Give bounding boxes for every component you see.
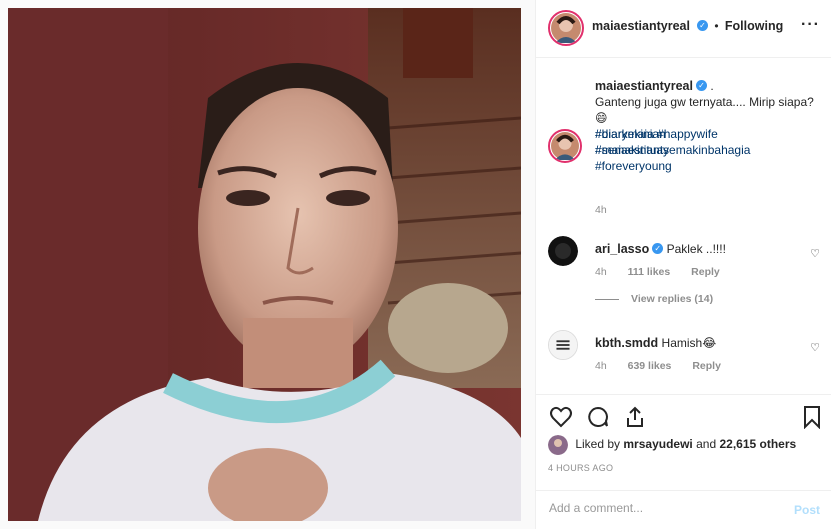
reply-button[interactable]: Reply (692, 360, 721, 372)
post-button[interactable]: Post (794, 503, 820, 517)
post-timestamp[interactable]: 4 HOURS AGO (548, 463, 613, 473)
commenter-username[interactable]: ari_lasso (595, 242, 649, 256)
liker-username[interactable]: mrsayudewi (623, 437, 692, 451)
comment-meta: 4h 111 likes Reply (595, 266, 738, 278)
likes-prefix: Liked by (575, 437, 621, 452)
commenter-avatar[interactable] (548, 330, 578, 360)
caption-time[interactable]: 4h (595, 204, 607, 216)
caption-avatar[interactable] (548, 129, 582, 163)
reply-button[interactable]: Reply (691, 266, 720, 278)
more-icon[interactable]: ··· (801, 16, 820, 34)
likes-others[interactable]: 22,615 others (719, 437, 796, 451)
verified-icon: ✓ (695, 80, 707, 92)
hashtag-link[interactable]: #foreveryoung (595, 158, 820, 174)
follow-separator: • (714, 19, 719, 33)
post-panel: maiaestiantyreal ✓ • Following ··· maiae… (535, 0, 831, 529)
comment-text: Hamish😂 (661, 336, 717, 350)
verified-icon: ✓ (697, 20, 708, 32)
hashtag-link[interactable]: #happywife (657, 127, 718, 141)
comment-icon[interactable] (586, 405, 610, 429)
comment-likes[interactable]: 111 likes (628, 266, 671, 278)
likes-middle: and (696, 437, 717, 452)
verified-icon: ✓ (652, 243, 664, 255)
author-avatar[interactable] (548, 10, 584, 46)
comment-input[interactable] (549, 501, 769, 515)
caption-username[interactable]: maiaestiantyreal (595, 79, 693, 93)
caption-suffix: . (710, 79, 714, 93)
emoji: 😄 (595, 111, 608, 125)
commenter-avatar[interactable] (548, 236, 578, 266)
comment-likes[interactable]: 639 likes (628, 360, 672, 372)
post-photo[interactable] (8, 8, 521, 521)
caption-hashtags: #diarymaia #happywife #semakintuasemakin… (595, 126, 820, 174)
commenter-username[interactable]: kbth.smdd (595, 336, 658, 350)
heart-icon[interactable]: ♡ (810, 341, 820, 354)
add-comment-bar: Post (536, 490, 831, 529)
liker-avatar[interactable] (548, 435, 568, 455)
hashtag-link[interactable]: #diarymaia (595, 127, 654, 141)
follow-group: ✓ • Following (694, 19, 783, 33)
share-icon[interactable] (623, 405, 647, 429)
post-header: maiaestiantyreal ✓ • Following ··· (536, 0, 831, 58)
view-replies-label: View replies (14) (631, 293, 714, 305)
bookmark-icon[interactable] (800, 405, 824, 429)
comment-time[interactable]: 4h (595, 360, 607, 372)
comment-meta: 4h 639 likes Reply (595, 360, 739, 372)
comment-body: ari_lasso ✓ Paklek ..!!!! (595, 242, 726, 256)
hashtag-link[interactable]: #semakintuasemakinbahagia (595, 142, 820, 158)
comment-text: Paklek ..!!!! (666, 242, 726, 256)
divider (595, 298, 619, 300)
comment-time[interactable]: 4h (595, 266, 607, 278)
likes-summary: Liked by mrsayudewi and 22,615 others (548, 435, 796, 455)
heart-icon[interactable] (549, 405, 573, 429)
comment-body: kbth.smdd Hamish😂 (595, 336, 716, 350)
caption-text: Ganteng juga gw ternyata.... Mirip siapa… (595, 95, 814, 109)
author-username[interactable]: maiaestiantyreal (592, 19, 690, 33)
heart-icon[interactable]: ♡ (810, 247, 820, 260)
view-replies-button[interactable]: View replies (14) (595, 293, 713, 305)
following-button[interactable]: Following (725, 19, 783, 33)
